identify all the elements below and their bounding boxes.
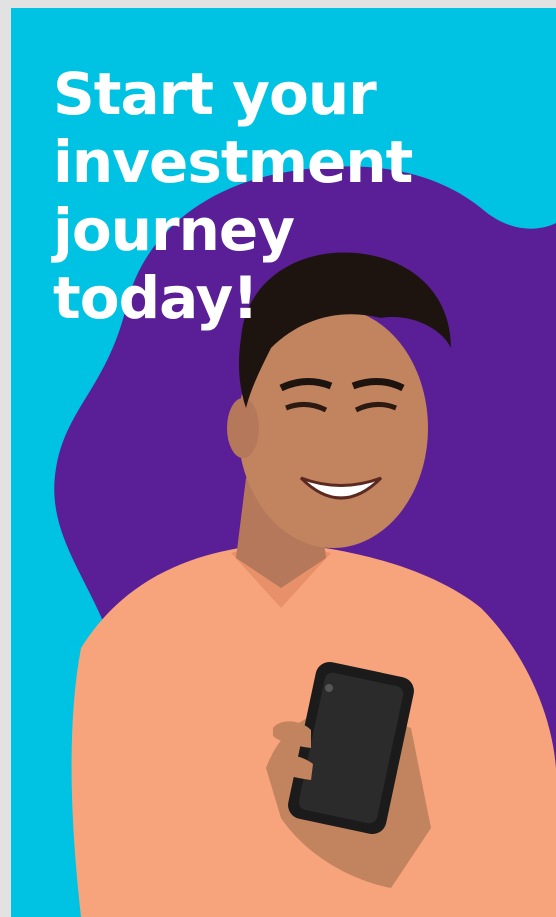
ear-left-shape xyxy=(227,398,259,458)
page-frame: Start your investment journey today! xyxy=(0,0,556,917)
headline-line-1: Start your xyxy=(53,60,377,128)
headline-line-2: investment xyxy=(53,128,413,196)
headline-line-4: today! xyxy=(53,264,259,332)
headline: Start your investment journey today! xyxy=(53,60,523,332)
headline-line-3: journey xyxy=(53,196,295,264)
promo-banner[interactable]: Start your investment journey today! xyxy=(11,8,556,917)
